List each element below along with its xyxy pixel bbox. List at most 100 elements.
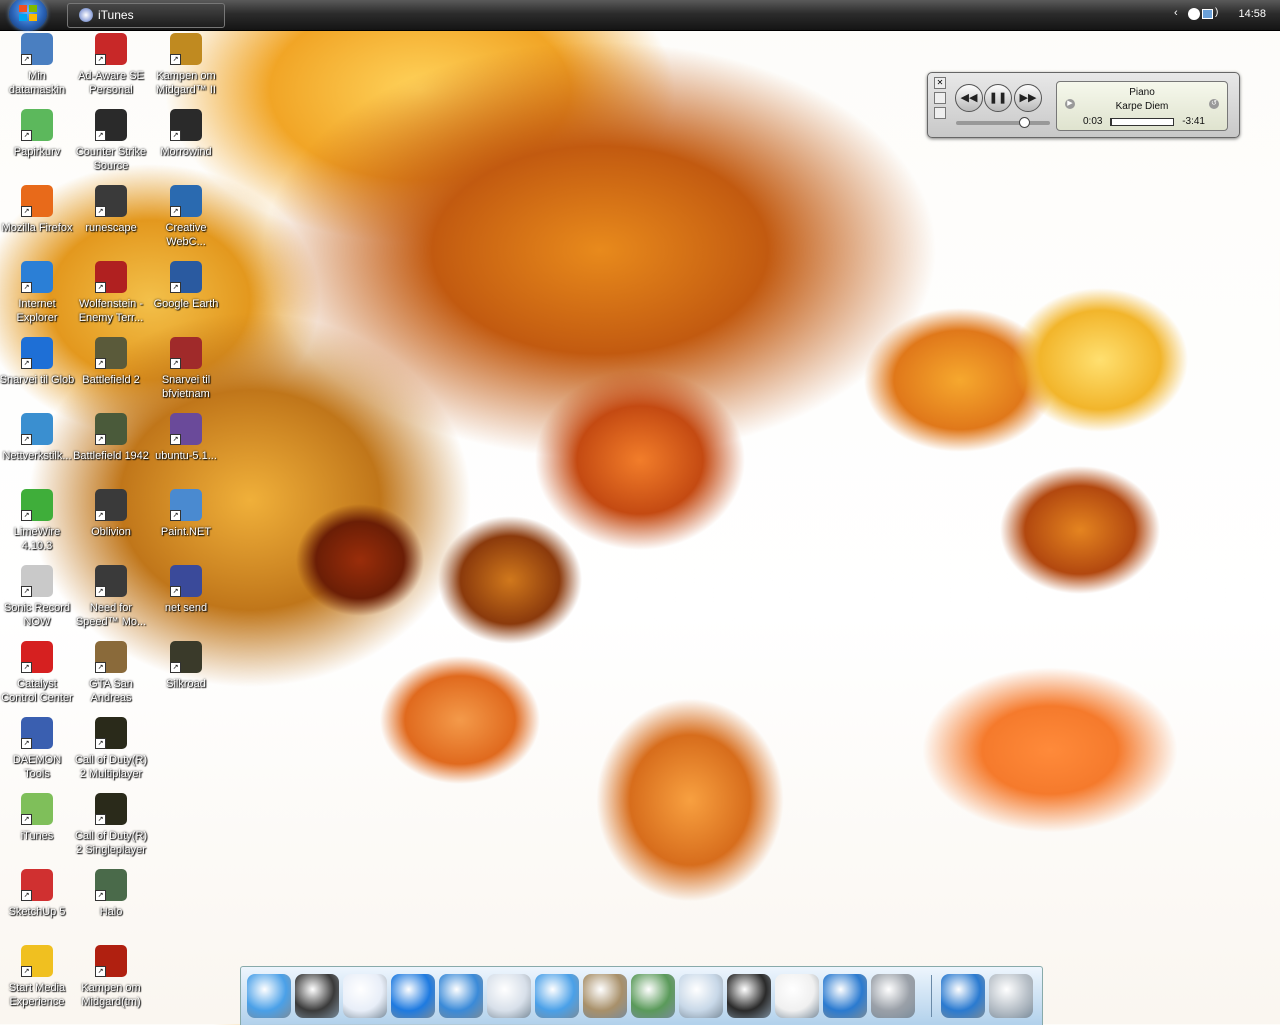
desktop-icon[interactable]: ↗ Need for Speed™ Mo... [73,563,149,635]
desktop-icon[interactable]: ↗ Papirkurv [0,107,75,179]
desktop-icon[interactable]: ↗ Nettverkstilk... [0,411,75,483]
taskbar-button-label: iTunes [98,8,134,22]
progress-bar[interactable] [1110,118,1174,126]
desktop-icon[interactable]: ↗ Ad-Aware SE Personal [73,31,149,103]
shortcut-arrow-icon: ↗ [170,358,181,369]
desktop-icon[interactable]: ↗ Halo [73,867,149,939]
desktop-icon[interactable]: ↗ Google Earth [148,259,224,331]
ical-icon[interactable] [775,974,819,1018]
network-icon[interactable] [1202,9,1213,19]
desktop-icon-label: DAEMON Tools [12,754,62,780]
volume-slider-knob[interactable] [1019,117,1030,128]
address-book-icon[interactable] [583,974,627,1018]
trash-icon[interactable] [989,974,1033,1018]
halo-icon: ↗ [95,869,127,901]
shortcut-arrow-icon: ↗ [170,206,181,217]
minimize-icon[interactable] [934,107,946,119]
desktop-icon[interactable]: ↗ Internet Explorer [0,259,75,331]
taskbar-button-itunes[interactable]: iTunes [67,3,225,28]
iphoto-icon[interactable] [631,974,675,1018]
clock[interactable]: 14:58 [1238,8,1266,20]
desktop-icon[interactable]: ↗ Kampen om Midgard™ II [148,31,224,103]
now-playing-display: ▶ ↺ Piano Karpe Diem 0:03 -3:41 [1056,81,1228,131]
volume-icon[interactable]: ) [1215,7,1227,19]
desktop-icon[interactable]: ↗ Wolfenstein - Enemy Terr... [73,259,149,331]
desktop-icon[interactable]: ↗ Mozilla Firefox [0,183,75,255]
shortcut-arrow-icon: ↗ [170,662,181,673]
itunes-cd-icon[interactable] [679,974,723,1018]
panda-icon[interactable] [1188,8,1200,20]
desktop-icon[interactable]: ↗ SketchUp 5 [0,867,75,939]
track-album: Piano [1129,87,1155,98]
desktop-icon-label: Catalyst Control Center [1,678,73,704]
firefox-icon: ↗ [21,185,53,217]
desktop-icon[interactable]: ↗ iTunes [0,791,75,863]
network-globe-icon[interactable] [941,974,985,1018]
desktop-icon-label: Papirkurv [13,146,61,158]
desktop-icon[interactable]: ↗ Call of Duty(R) 2 Multiplayer [73,715,149,787]
desktop-icon-label: net send [164,602,208,614]
rewind-icon: ◀◀ [960,92,978,104]
shortcut-arrow-icon: ↗ [95,586,106,597]
desktop-icon[interactable]: ↗ ubuntu-5.1... [148,411,224,483]
desktop-icon[interactable]: ↗ Creative WebC... [148,183,224,255]
finder-icon[interactable] [247,974,291,1018]
archive-icon: ↗ [170,413,202,445]
previous-button[interactable]: ◀◀ [955,84,983,112]
restore-icon[interactable] [934,92,946,104]
desktop-icon[interactable]: ↗ Start Media Experience [0,943,75,1015]
desktop-icon[interactable]: ↗ Counter Strike Source [73,107,149,179]
shortcut-arrow-icon: ↗ [170,586,181,597]
desktop-icon-label: Kampen om Midgard™ II [156,70,216,96]
dock [240,966,1043,1025]
desktop-icon[interactable]: ↗ GTA San Andreas [73,639,149,711]
desktop-icon-label: Sonic Record NOW [3,602,71,628]
desktop-icon[interactable]: ↗ Sonic Record NOW [0,563,75,635]
desktop-icon[interactable]: ↗ Battlefield 2 [73,335,149,407]
safari-icon[interactable] [439,974,483,1018]
dvd-player-icon[interactable] [727,974,771,1018]
shortcut-arrow-icon: ↗ [21,434,32,445]
volume-slider[interactable] [956,121,1050,125]
desktop-icon[interactable]: ↗ LimeWire 4.10.3 [0,487,75,559]
itunes-mini-player: ✕ ◀◀ ❚❚ ▶▶ ▶ ↺ Piano Karpe Diem 0:03 -3:… [927,72,1240,138]
desktop-icon[interactable]: ↗ Oblivion [73,487,149,559]
desktop-icon[interactable]: ↗ Min datamaskin [0,31,75,103]
system-preferences-icon[interactable] [871,974,915,1018]
desktop-icon[interactable]: ↗ Morrowind [148,107,224,179]
ichat-icon[interactable] [535,974,579,1018]
desktop-icon[interactable]: ↗ Snarvei til Glob [0,335,75,407]
pause-icon: ❚❚ [988,92,1008,104]
mail-icon[interactable] [487,974,531,1018]
desktop-icon[interactable]: ↗ Catalyst Control Center [0,639,75,711]
oblivion-icon: ↗ [95,489,127,521]
desktop-icon[interactable]: ↗ Paint.NET [148,487,224,559]
rocket-icon[interactable] [343,974,387,1018]
chevron-left-icon[interactable]: ‹ [1174,7,1186,19]
quicktime-icon[interactable] [823,974,867,1018]
desktop-icon[interactable]: ↗ net send [148,563,224,635]
desktop-icon[interactable]: ↗ runescape [73,183,149,255]
desktop-icon[interactable]: ↗ Call of Duty(R) 2 Singleplayer [73,791,149,863]
desktop-icon-label: Silkroad [166,678,206,690]
bfvietnam-icon: ↗ [170,337,202,369]
close-icon[interactable]: ✕ [934,77,946,89]
desktop-icon[interactable]: ↗ Silkroad [148,639,224,711]
pause-button[interactable]: ❚❚ [984,84,1012,112]
desktop-icon-label: Nettverkstilk... [2,450,72,462]
desktop-icon[interactable]: ↗ Snarvei til bfvietnam [148,335,224,407]
itunes-dock-icon[interactable] [295,974,339,1018]
start-button[interactable] [9,0,47,31]
desktop-icon-label: Internet Explorer [16,298,58,324]
next-button[interactable]: ▶▶ [1014,84,1042,112]
network-icon: ↗ [21,413,53,445]
desktop-icon[interactable]: ↗ DAEMON Tools [0,715,75,787]
shortcut-arrow-icon: ↗ [95,890,106,901]
desktop-icon[interactable]: ↗ Kampen om Midgard(tm) [73,943,149,1015]
shortcut-arrow-icon: ↗ [95,358,106,369]
itunes-icon: ↗ [21,793,53,825]
desktop-icon-label: GTA San Andreas [89,678,133,704]
desktop-icon[interactable]: ↗ Battlefield 1942 [73,411,149,483]
battlefield-1942-icon: ↗ [95,413,127,445]
apple-dock-icon[interactable] [391,974,435,1018]
